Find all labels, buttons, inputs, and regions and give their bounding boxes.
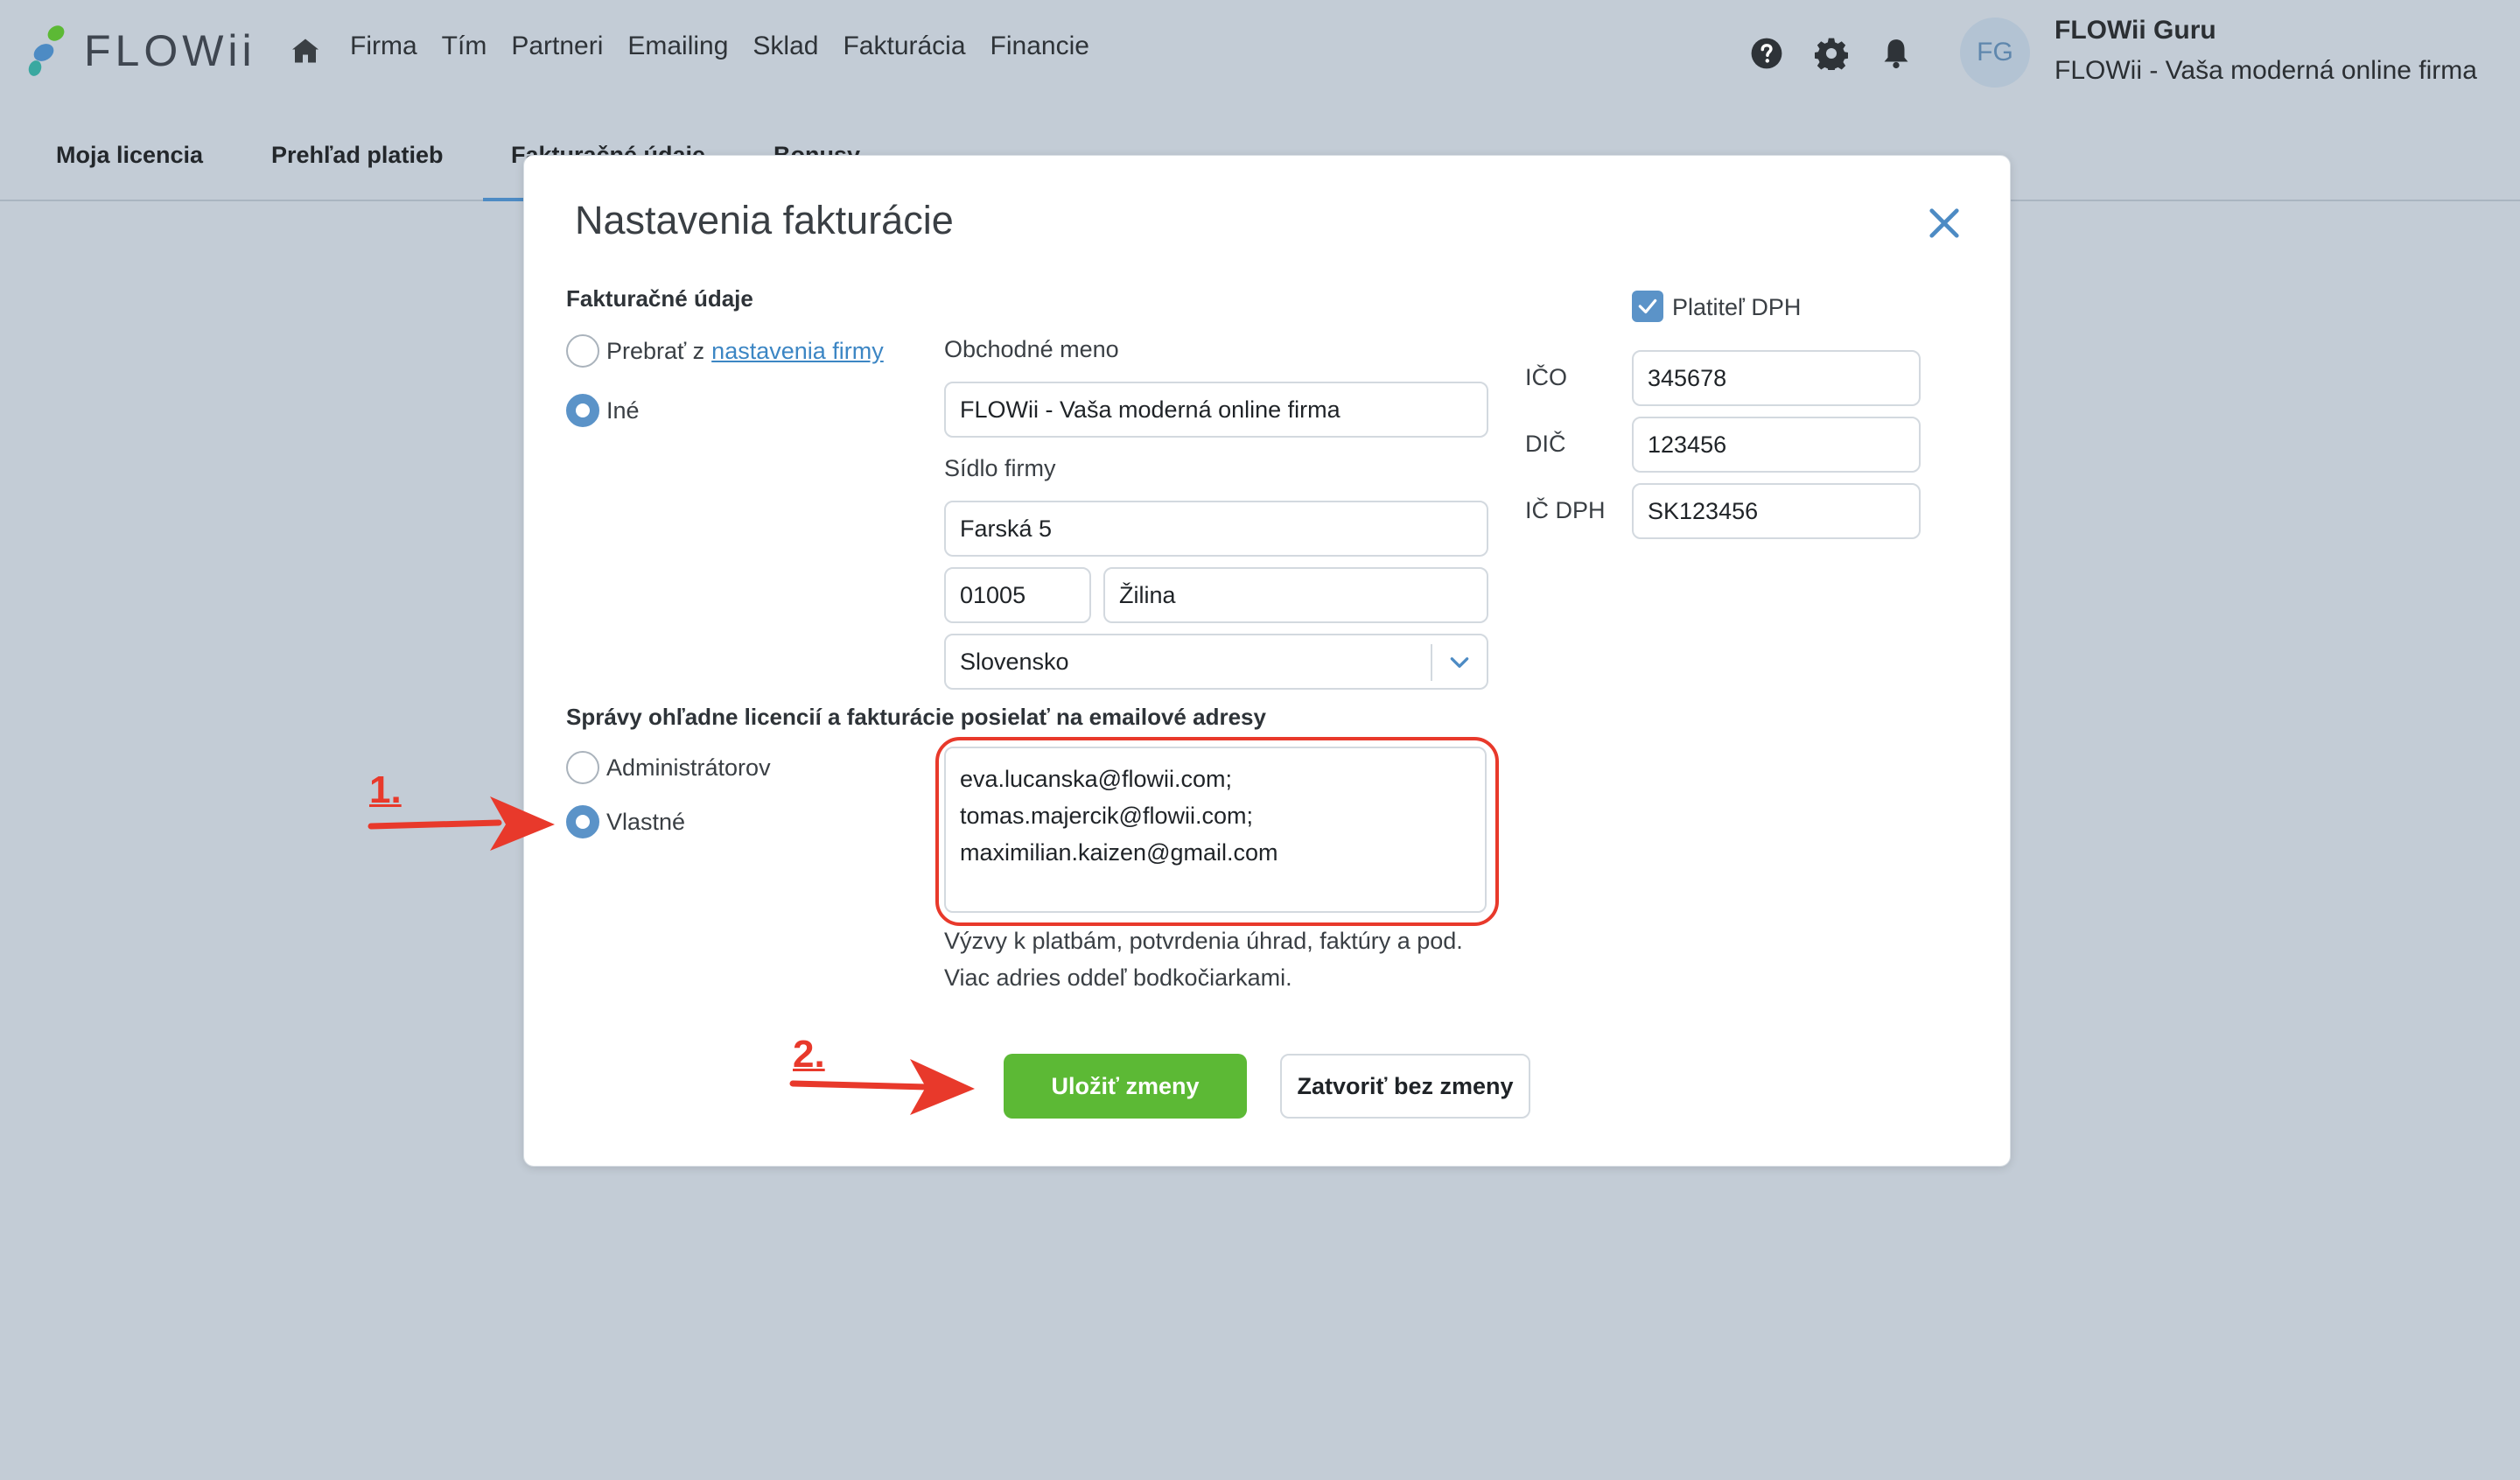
annotation-arrow-2-icon — [789, 1059, 975, 1115]
business-name-label: Obchodné meno — [944, 336, 1119, 362]
company-settings-link[interactable]: nastavenia firmy — [711, 338, 884, 365]
radio-recipients-custom[interactable]: Vlastné — [566, 805, 685, 838]
address-label: Sídlo firmy — [944, 455, 1056, 481]
city-input[interactable]: Žilina — [1103, 567, 1488, 623]
radio-source-company[interactable]: Prebrať z nastavenia firmy — [566, 334, 884, 368]
logo-text: FLOWii — [84, 26, 256, 75]
nav-item-tim[interactable]: Tím — [442, 32, 487, 61]
bell-icon[interactable] — [1880, 37, 1913, 70]
checkmark-icon — [1638, 298, 1657, 314]
emails-section-label: Správy ohľadne licencií a fakturácie pos… — [566, 704, 1266, 730]
radio-label: Administrátorov — [606, 754, 771, 781]
nav-item-firma[interactable]: Firma — [350, 32, 417, 61]
select-divider — [1431, 644, 1432, 681]
icdph-label: IČ DPH — [1525, 497, 1606, 523]
nav-item-emailing[interactable]: Emailing — [627, 32, 728, 61]
close-icon[interactable] — [1928, 207, 1961, 240]
nav-item-partneri[interactable]: Partneri — [511, 32, 603, 61]
radio-button[interactable] — [566, 751, 599, 784]
ico-label: IČO — [1525, 364, 1568, 390]
user-name: FLOWii Guru — [2054, 16, 2216, 45]
radio-recipients-admins[interactable]: Administrátorov — [566, 751, 771, 784]
avatar[interactable]: FG — [1960, 18, 2030, 88]
help-icon[interactable] — [1750, 37, 1783, 70]
radio-label: Prebrať z — [606, 337, 705, 364]
annotation-highlight-box — [935, 737, 1499, 926]
emails-hint-line-2: Viac adries oddeľ bodkočiarkami. — [944, 964, 1292, 991]
nav-item-financie[interactable]: Financie — [990, 32, 1089, 61]
radio-button-selected[interactable] — [566, 805, 599, 838]
chevron-down-icon[interactable] — [1448, 651, 1471, 674]
top-navigation-bar: FLOWii Firma Tím Partneri Emailing Sklad… — [0, 0, 2520, 109]
billing-settings-dialog: Nastavenia fakturácie Fakturačné údaje P… — [523, 155, 2011, 1167]
user-company: FLOWii - Vaša moderná online firma — [2054, 56, 2477, 85]
radio-label: Iné — [606, 396, 640, 424]
vat-payer-checkbox[interactable] — [1632, 291, 1663, 322]
save-button[interactable]: Uložiť zmeny — [1004, 1054, 1247, 1119]
nav-item-sklad[interactable]: Sklad — [752, 32, 818, 61]
zip-input[interactable]: 01005 — [944, 567, 1091, 623]
radio-button-selected[interactable] — [566, 394, 599, 427]
nav-item-fakturacia[interactable]: Fakturácia — [843, 32, 965, 61]
main-menu: Firma Tím Partneri Emailing Sklad Faktur… — [350, 32, 1089, 61]
annotation-arrow-1-icon — [368, 796, 555, 851]
close-without-changes-button[interactable]: Zatvoriť bez zmeny — [1280, 1054, 1530, 1119]
vat-payer-label: Platiteľ DPH — [1672, 294, 1802, 320]
tab-prehlad-platieb[interactable]: Prehľad platieb — [271, 142, 443, 169]
dic-label: DIČ — [1525, 431, 1566, 457]
billing-section-label: Fakturačné údaje — [566, 285, 753, 312]
radio-label: Vlastné — [606, 808, 686, 835]
radio-other[interactable]: Iné — [566, 394, 640, 427]
ico-input[interactable]: 345678 — [1632, 350, 1921, 406]
gear-icon[interactable] — [1815, 37, 1848, 70]
dialog-title: Nastavenia fakturácie — [575, 198, 954, 242]
flowii-logo-icon — [28, 25, 65, 76]
tab-moja-licencia[interactable]: Moja licencia — [56, 142, 203, 169]
country-select-value: Slovensko — [960, 648, 1069, 675]
country-select[interactable]: Slovensko — [944, 634, 1488, 690]
flowii-logo[interactable]: FLOWii — [26, 23, 256, 79]
header-icons — [1750, 37, 1913, 70]
icdph-input[interactable]: SK123456 — [1632, 483, 1921, 539]
business-name-input[interactable]: FLOWii - Vaša moderná online firma — [944, 382, 1488, 438]
home-icon[interactable] — [289, 35, 322, 67]
dic-input[interactable]: 123456 — [1632, 417, 1921, 473]
street-input[interactable]: Farská 5 — [944, 501, 1488, 557]
emails-hint-line-1: Výzvy k platbám, potvrdenia úhrad, faktú… — [944, 928, 1463, 954]
radio-button[interactable] — [566, 334, 599, 368]
